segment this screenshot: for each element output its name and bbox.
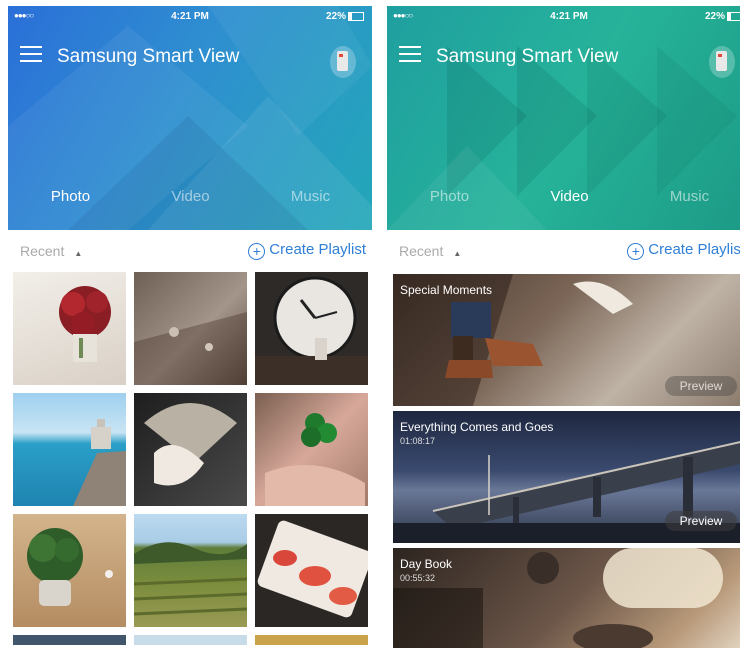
- photo-thumbnail-partial-3[interactable]: [255, 635, 368, 645]
- app-title: Samsung Smart View: [57, 46, 240, 67]
- video-title: Day Book: [400, 557, 453, 571]
- header: ●●●○○ 4:21 PM 22% Samsung Smart View Pho…: [387, 6, 740, 230]
- video-title: Special Moments: [400, 283, 493, 297]
- photo-thumbnail-partial-2[interactable]: [134, 635, 247, 645]
- battery-indicator: 22%: [705, 11, 740, 22]
- create-playlist-button[interactable]: + Create Playlist: [248, 241, 366, 260]
- battery-percent: 22%: [704, 11, 725, 22]
- video-screen: ●●●○○ 4:21 PM 22% Samsung Smart View Pho…: [387, 6, 740, 648]
- photo-thumbnail-ground[interactable]: [134, 272, 247, 385]
- remote-control-icon[interactable]: [330, 46, 356, 78]
- photo-thumbnail-clover[interactable]: [255, 393, 368, 506]
- sort-dropdown[interactable]: Recent ▲: [20, 243, 82, 259]
- photo-screen: ●●●○○ 4:21 PM 22% Samsung Smart View Pho…: [8, 6, 372, 648]
- video-card[interactable]: Special Moments Preview: [393, 274, 740, 406]
- tab-video[interactable]: Video: [509, 188, 630, 205]
- photo-thumbnail-vineyard[interactable]: [133, 514, 248, 627]
- status-bar: ●●●○○ 4:21 PM 22%: [387, 6, 740, 26]
- tab-video[interactable]: Video: [130, 188, 251, 205]
- photo-thumbnail-sea[interactable]: [13, 393, 126, 506]
- list-toolbar: Recent ▲ + Create Playlist: [8, 230, 372, 270]
- create-playlist-label: Create Playlist: [648, 241, 740, 258]
- status-time: 4:21 PM: [171, 11, 209, 22]
- photo-thumbnail-roses[interactable]: [13, 272, 126, 385]
- photo-thumbnail-plant[interactable]: [13, 514, 126, 627]
- media-tabs: Photo Video Music: [8, 188, 372, 218]
- list-toolbar: Recent ▲ + Create Playlist: [387, 230, 740, 270]
- media-tabs: Photo Video Music: [387, 188, 740, 218]
- caret-down-icon: ▲: [74, 249, 83, 258]
- photo-thumbnail-clock[interactable]: [255, 272, 368, 385]
- video-duration: 00:55:32: [400, 573, 436, 583]
- photo-thumbnail-sushi[interactable]: [255, 514, 372, 627]
- sort-label: Recent: [399, 243, 444, 259]
- hamburger-icon[interactable]: [20, 46, 42, 64]
- hamburger-icon[interactable]: [399, 46, 421, 64]
- tab-photo[interactable]: Photo: [389, 188, 510, 205]
- create-playlist-label: Create Playlist: [269, 241, 366, 258]
- remote-control-icon[interactable]: [709, 46, 735, 78]
- create-playlist-button[interactable]: + Create Playlist: [627, 241, 740, 260]
- status-time: 4:21 PM: [550, 11, 588, 22]
- preview-button[interactable]: Preview: [665, 511, 737, 531]
- plus-circle-icon: +: [627, 243, 645, 260]
- sort-label: Recent: [20, 243, 65, 259]
- battery-icon: [727, 11, 740, 21]
- tab-music[interactable]: Music: [250, 188, 371, 205]
- tab-photo[interactable]: Photo: [10, 188, 131, 205]
- status-bar: ●●●○○ 4:21 PM 22%: [8, 6, 372, 26]
- photo-thumbnail-fan[interactable]: [134, 393, 247, 506]
- sort-dropdown[interactable]: Recent ▲: [399, 243, 461, 259]
- video-card[interactable]: Everything Comes and Goes 01:08:17 Previ…: [393, 411, 740, 543]
- tab-music[interactable]: Music: [629, 188, 740, 205]
- header: ●●●○○ 4:21 PM 22% Samsung Smart View Pho…: [8, 6, 372, 230]
- video-card[interactable]: Day Book 00:55:32: [393, 548, 740, 648]
- caret-down-icon: ▲: [453, 249, 462, 258]
- app-title: Samsung Smart View: [436, 46, 619, 67]
- battery-percent: 22%: [325, 11, 346, 22]
- photo-thumbnail-partial-1[interactable]: [13, 635, 126, 645]
- battery-indicator: 22%: [326, 11, 364, 22]
- battery-icon: [348, 11, 364, 21]
- plus-circle-icon: +: [248, 243, 266, 260]
- preview-button[interactable]: Preview: [665, 376, 737, 396]
- video-duration: 01:08:17: [400, 436, 436, 446]
- video-title: Everything Comes and Goes: [400, 420, 554, 434]
